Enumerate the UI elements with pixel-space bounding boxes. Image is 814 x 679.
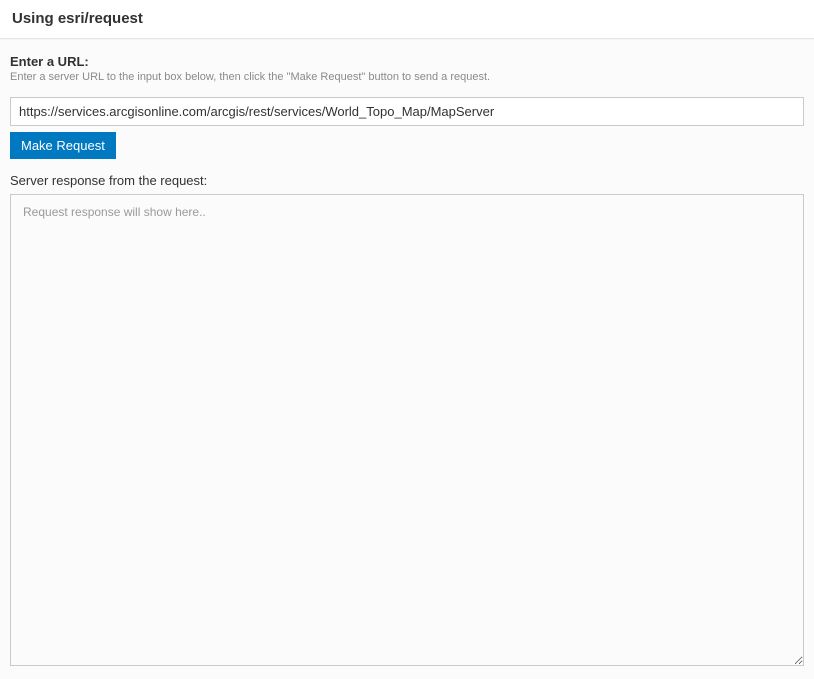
url-input[interactable] [10, 97, 804, 126]
url-input-label: Enter a URL: [10, 54, 804, 69]
url-input-hint: Enter a server URL to the input box belo… [10, 71, 804, 83]
response-textarea[interactable] [10, 194, 804, 666]
make-request-button[interactable]: Make Request [10, 132, 116, 159]
page-body: Enter a URL: Enter a server URL to the i… [0, 39, 814, 679]
page-header: Using esri/request [0, 0, 814, 39]
response-label: Server response from the request: [10, 173, 804, 188]
page-title: Using esri/request [12, 10, 802, 27]
